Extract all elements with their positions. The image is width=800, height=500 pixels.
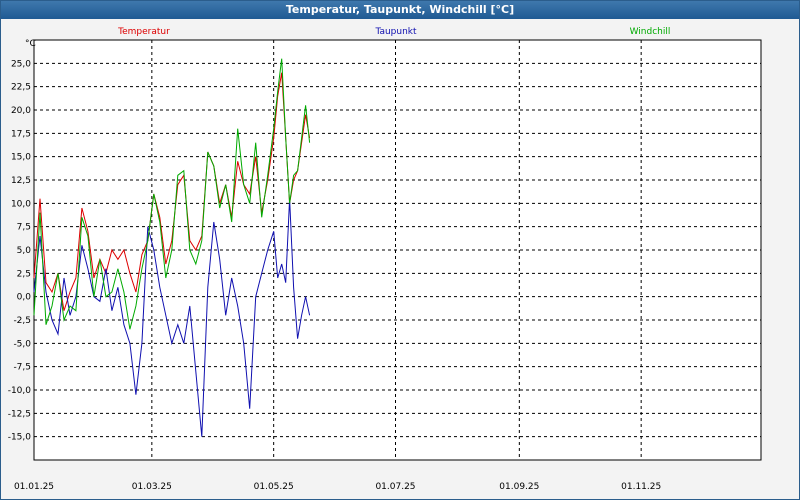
x-tick-label: 01.07.25: [375, 482, 415, 492]
y-tick-label: -2,5: [13, 316, 31, 326]
y-tick-label: 25,0: [11, 59, 31, 69]
legend-entry-taupunkt: Taupunkt: [374, 27, 417, 37]
legend-entry-windchill: Windchill: [630, 27, 671, 37]
chart-canvas: °C 25,0 22,5 20,0 17,5 15,0 12,5 10,0 7,5 5,0 2,5…: [8, 27, 762, 492]
window-title: Temperatur, Taupunkt, Windchill [°C]: [1, 1, 799, 19]
y-tick-label: 2,5: [17, 269, 31, 279]
x-tick-label: 01.05.25: [254, 482, 294, 492]
y-tick-label: 15,0: [11, 153, 31, 163]
x-tick-label: 01.09.25: [499, 482, 539, 492]
y-tick-label: 12,5: [11, 176, 31, 186]
y-tick-label: 20,0: [11, 106, 31, 116]
y-tick-label: -10,0: [8, 386, 32, 396]
x-tick-label: 01.11.25: [621, 482, 661, 492]
y-tick-label: -5,0: [13, 339, 31, 349]
y-axis-unit-label: °C: [25, 39, 36, 49]
y-tick-label: -15,0: [8, 433, 32, 443]
y-tick-label: -12,5: [8, 409, 31, 419]
y-tick-label: -7,5: [13, 363, 31, 373]
y-tick-label: 22,5: [11, 83, 31, 93]
x-tick-label: 01.01.25: [14, 482, 54, 492]
y-tick-label: 7,5: [17, 223, 31, 233]
y-tick-label: 10,0: [11, 199, 31, 209]
legend: Temperatur Taupunkt Windchill: [117, 27, 670, 37]
y-tick-label: 17,5: [11, 129, 31, 139]
y-tick-label: 5,0: [17, 246, 32, 256]
x-tick-label: 01.03.25: [132, 482, 172, 492]
legend-entry-temperatur: Temperatur: [117, 27, 170, 37]
y-tick-label: 0,0: [17, 293, 32, 303]
